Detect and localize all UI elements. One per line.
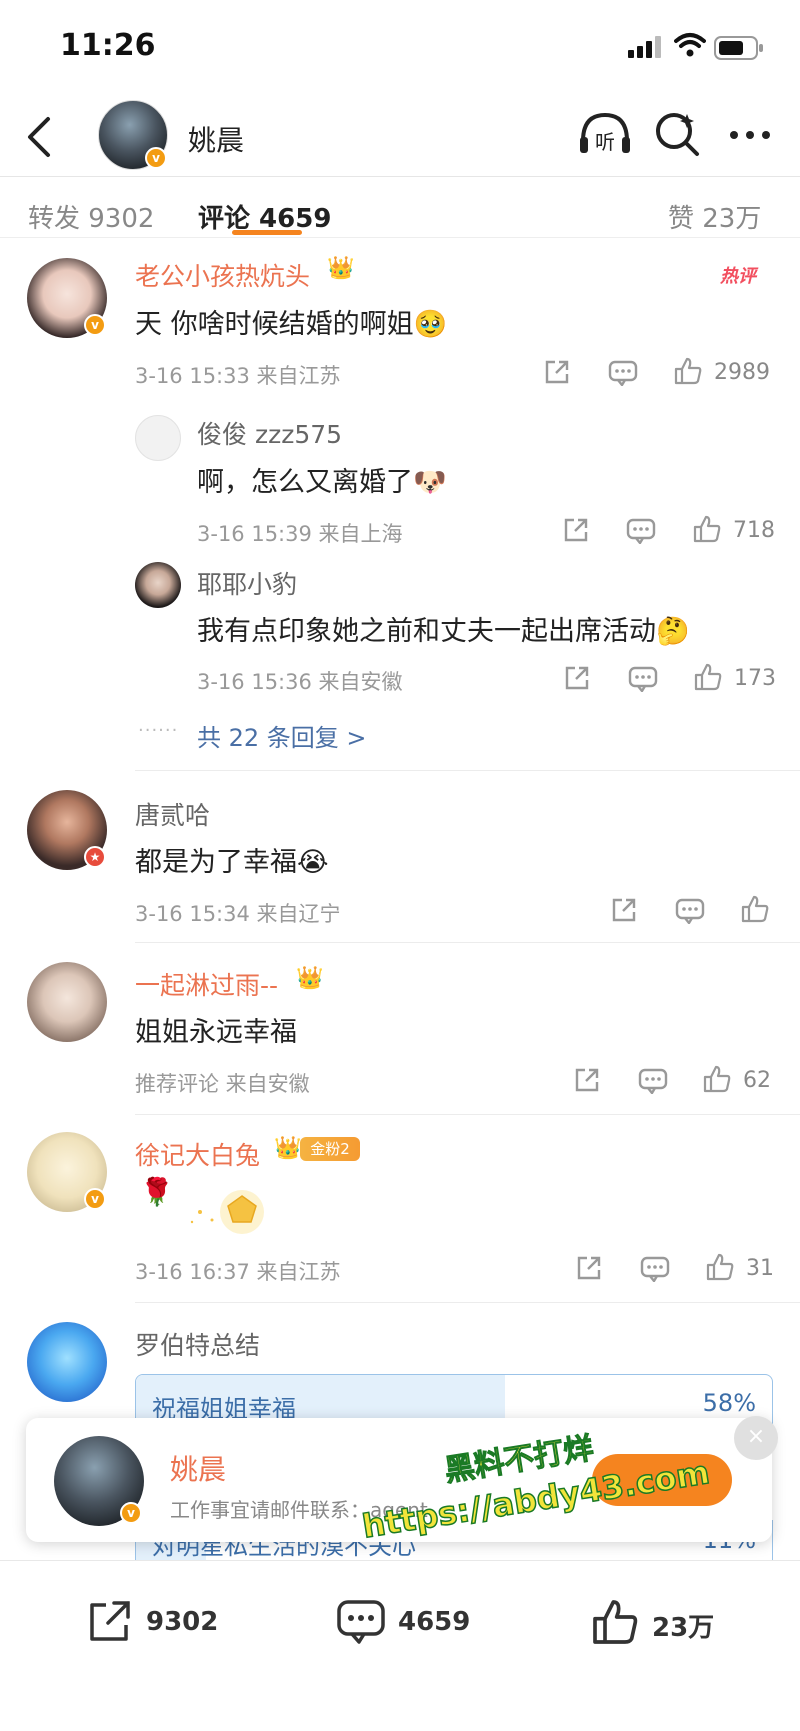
comment-meta: 3-16 15:33 来自江苏 (135, 364, 341, 388)
crown-badge-icon: 👑 (327, 256, 355, 281)
avatar[interactable]: v (27, 258, 107, 338)
like-thumb-icon[interactable] (740, 894, 770, 924)
like-thumb-icon[interactable] (693, 662, 723, 692)
comment-text: 姐姐永远幸福 (135, 1017, 297, 1048)
comment-text: 天 你啥时候结婚的啊姐🥹 (135, 309, 448, 340)
divider (135, 770, 800, 771)
share-icon[interactable] (575, 1254, 603, 1282)
comment-username[interactable]: 唐贰哈 (135, 796, 210, 832)
comment-username[interactable]: 老公小孩热炕头 (135, 257, 310, 293)
comment-icon[interactable] (640, 1256, 670, 1282)
repost-button[interactable]: 9302 (86, 1591, 226, 1651)
author-name[interactable]: 姚晨 (188, 119, 244, 159)
like-button[interactable]: 23万 (590, 1591, 730, 1651)
reply-meta: 3-16 15:36 来自安徽 (197, 670, 403, 694)
comment-text: 🌹 (140, 1177, 174, 1208)
wifi-icon (674, 33, 706, 57)
comment-button[interactable]: 4659 (336, 1591, 476, 1651)
comment-meta: 3-16 16:37 来自江苏 (135, 1260, 341, 1284)
back-arrow-icon[interactable] (20, 115, 60, 159)
avatar[interactable] (27, 1322, 107, 1402)
like-count: 62 (743, 1068, 771, 1093)
comment-icon (337, 1600, 385, 1644)
signal-icon (628, 36, 661, 58)
divider (135, 1114, 800, 1115)
reply-username[interactable]: 耶耶小豹 (197, 565, 297, 601)
comment-icon[interactable] (626, 518, 656, 544)
listen-headphones-icon[interactable]: 听 (578, 109, 632, 159)
comment-meta: 推荐评论 来自安徽 (135, 1072, 310, 1096)
popup-name[interactable]: 姚晨 (170, 1448, 226, 1488)
status-bar: 11:26 (0, 0, 800, 90)
verified-badge-icon: v (120, 1502, 142, 1524)
avatar[interactable]: ★ (27, 790, 107, 870)
share-icon[interactable] (610, 896, 638, 924)
tab-active-indicator (232, 230, 302, 235)
avatar[interactable] (135, 415, 181, 461)
profile-header: v 姚晨 听 (0, 95, 800, 177)
reply-text: 我有点印象她之前和丈夫一起出席活动🤔 (197, 616, 690, 647)
verified-badge-icon: v (84, 314, 106, 336)
verified-badge-icon: v (145, 147, 167, 169)
comment-text: 都是为了幸福😭 (135, 847, 329, 878)
hot-comment-badge: 热评 (720, 266, 756, 287)
like-count: 31 (746, 1256, 774, 1281)
share-icon (90, 1601, 130, 1641)
avatar[interactable]: v (27, 1132, 107, 1212)
share-icon[interactable] (573, 1066, 601, 1094)
comment-icon[interactable] (675, 898, 705, 924)
avatar[interactable] (135, 562, 181, 608)
tab-repost[interactable]: 转发 9302 (28, 198, 154, 235)
more-replies-link[interactable]: 共 22 条回复 > (197, 718, 367, 753)
like-thumb-icon[interactable] (705, 1252, 735, 1282)
reply-meta: 3-16 15:39 来自上海 (197, 522, 403, 546)
share-icon[interactable] (543, 358, 571, 386)
share-icon[interactable] (563, 664, 591, 692)
reply-dots: ······ (138, 720, 179, 741)
bottom-action-bar: 9302 4659 23万 (0, 1560, 800, 1731)
like-thumb-icon[interactable] (692, 514, 722, 544)
comment-icon[interactable] (628, 666, 658, 692)
like-count: 23万 (652, 1613, 715, 1643)
like-thumb-icon (593, 1600, 638, 1644)
tab-bar: 转发 9302 评论 4659 赞 23万 (0, 178, 800, 238)
svg-text:听: 听 (595, 130, 615, 154)
like-count: 2989 (714, 360, 770, 385)
divider (135, 1302, 800, 1303)
author-avatar[interactable]: v (98, 100, 168, 170)
fan-level-badge: 金粉2 (300, 1137, 360, 1161)
crown-badge-icon: 👑 (274, 1136, 302, 1161)
comment-username[interactable]: 罗伯特总结 (135, 1326, 260, 1362)
avatar[interactable] (27, 962, 107, 1042)
reply-username[interactable]: 俊俊 zzz575 (197, 415, 342, 451)
sparkle-sticker-icon (190, 1190, 264, 1234)
comment-username[interactable]: 徐记大白兔 (135, 1136, 260, 1172)
close-icon[interactable]: × (734, 1416, 778, 1460)
like-thumb-icon[interactable] (673, 356, 703, 386)
more-options-icon[interactable] (728, 129, 772, 141)
crown-badge-icon: 👑 (296, 966, 324, 991)
tab-likes[interactable]: 赞 23万 (668, 198, 761, 235)
member-badge-icon: ★ (84, 846, 106, 868)
battery-icon (714, 36, 763, 60)
like-count: 718 (733, 518, 775, 543)
search-icon[interactable] (654, 111, 700, 157)
reply-text: 啊，怎么又离婚了🐶 (197, 467, 447, 498)
like-count: 173 (734, 666, 776, 691)
divider (135, 942, 800, 943)
comment-icon[interactable] (608, 360, 638, 386)
verified-badge-icon: v (84, 1188, 106, 1210)
comment-meta: 3-16 15:34 来自辽宁 (135, 902, 341, 926)
comment-count: 4659 (398, 1607, 471, 1637)
like-thumb-icon[interactable] (702, 1064, 732, 1094)
share-icon[interactable] (562, 516, 590, 544)
comment-username[interactable]: 一起淋过雨-- (135, 966, 278, 1002)
status-time: 11:26 (60, 28, 156, 63)
repost-count: 9302 (146, 1607, 219, 1637)
popup-avatar[interactable]: v (54, 1436, 144, 1526)
comment-icon[interactable] (638, 1068, 668, 1094)
